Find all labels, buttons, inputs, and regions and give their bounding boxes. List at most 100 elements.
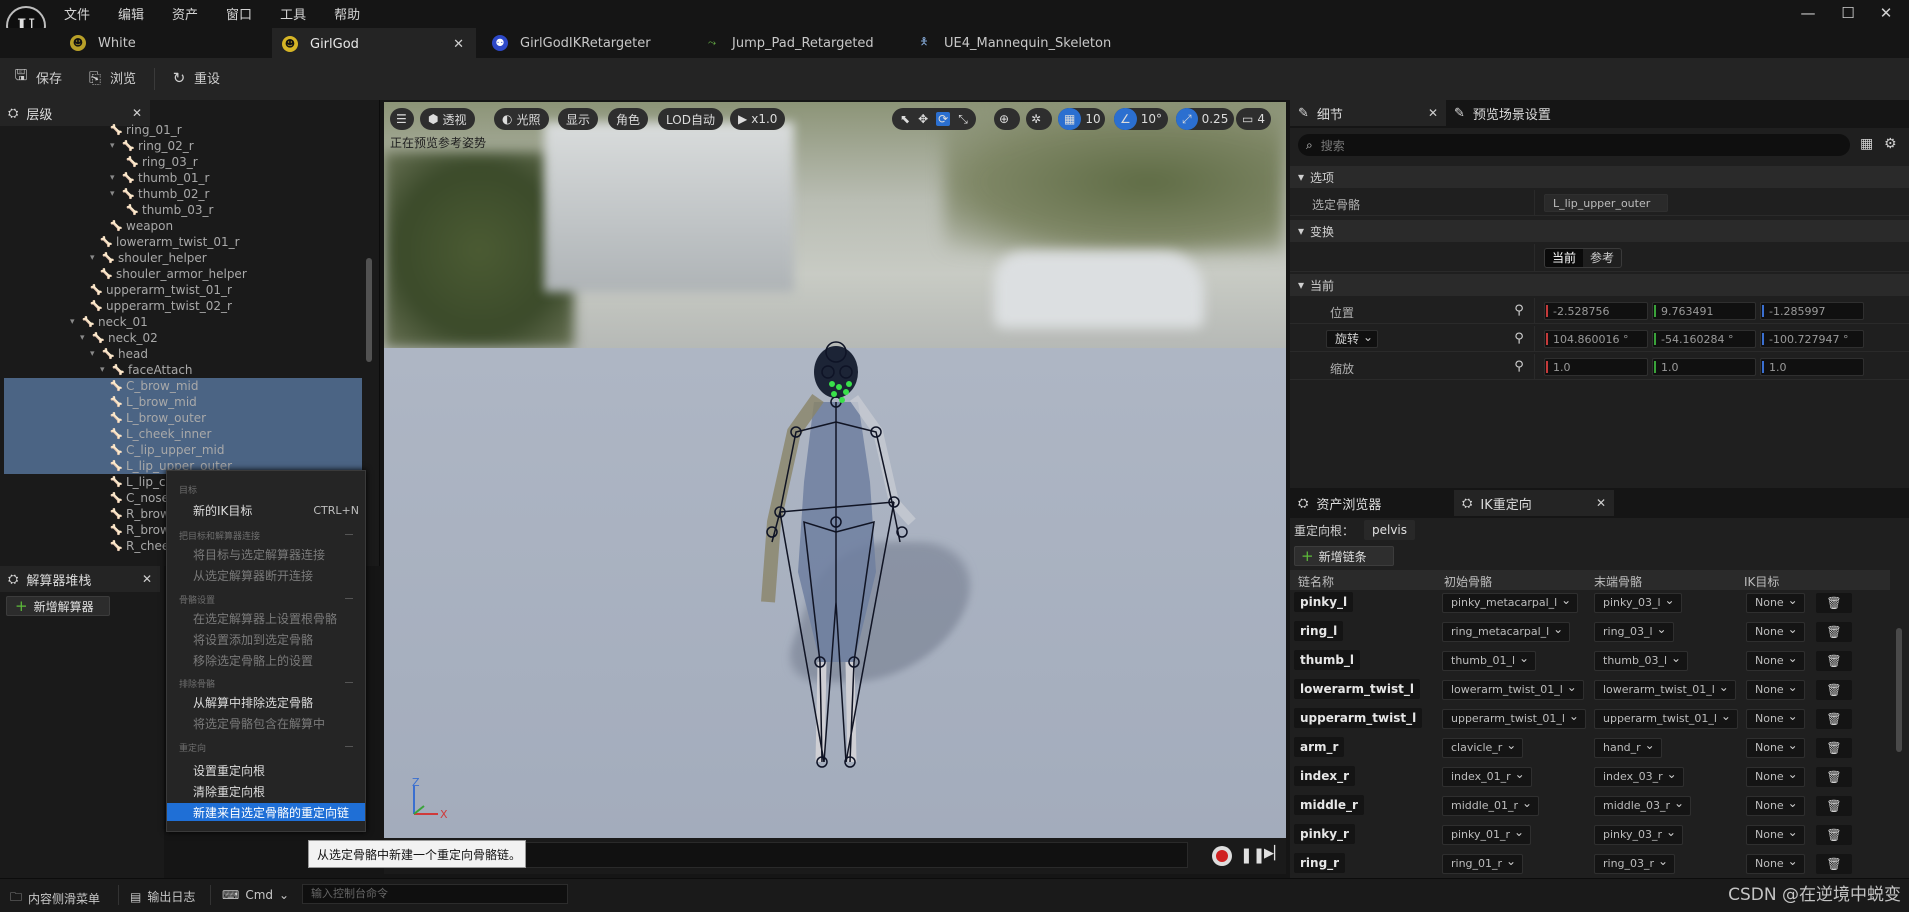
end-bone-dropdown[interactable]: ring_03_r <box>1594 852 1676 874</box>
transform-section-header[interactable]: ▾ 变换 <box>1290 220 1909 242</box>
pause-button[interactable]: ❚❚ <box>1240 846 1265 864</box>
browse-button[interactable]: ⎘ 浏览 <box>86 68 136 88</box>
reset-button[interactable]: ↻ 重设 <box>170 68 220 88</box>
save-button[interactable]: 🖫 保存 <box>12 66 62 87</box>
ik-goal-dropdown[interactable]: None <box>1746 823 1805 845</box>
hierarchy-bone-row[interactable]: ▾ 🦴 neck_02 <box>80 330 158 346</box>
step-forward-button[interactable]: ▶▏ <box>1264 846 1284 861</box>
hierarchy-bone-row[interactable]: 🦴 C_nose <box>110 490 169 506</box>
ctx-set-retarget-root[interactable]: 设置重定向根 <box>167 761 365 779</box>
expand-arrow-icon[interactable]: ▾ <box>70 317 80 327</box>
ctx-add-setting[interactable]: 将设置添加到选定骨骼 <box>167 630 365 648</box>
add-chain-button[interactable]: + 新增链条 <box>1294 546 1394 566</box>
scale-snap-button[interactable]: ⤢ 0.25 <box>1176 108 1235 130</box>
reset-to-default-icon[interactable]: ⚲ <box>1512 332 1526 346</box>
settings-gear-icon[interactable]: ⚙ <box>1884 136 1897 152</box>
ctx-new-ik-goal[interactable]: 新的IK目标 CTRL+N <box>167 501 365 519</box>
angle-snap-button[interactable]: ∠ 10° <box>1114 108 1169 130</box>
hierarchy-bone-row[interactable]: 🦴 ring_03_r <box>126 154 197 170</box>
end-bone-dropdown[interactable]: thumb_03_l <box>1594 649 1689 671</box>
ik-goal-dropdown[interactable]: None <box>1746 678 1805 700</box>
expand-arrow-icon[interactable]: ▾ <box>110 189 120 199</box>
start-bone-dropdown[interactable]: pinky_metacarpal_l <box>1442 591 1579 613</box>
delete-chain-icon[interactable]: 🗑 <box>1816 709 1852 729</box>
start-bone-dropdown[interactable]: middle_01_r <box>1442 794 1540 816</box>
solver-stack-tab[interactable]: ⛭ 解算器堆栈 ✕ <box>0 566 160 592</box>
ik-goal-dropdown[interactable]: None <box>1746 649 1805 671</box>
close-window-icon[interactable]: ✕ <box>1878 6 1894 21</box>
end-bone-dropdown[interactable]: index_03_r <box>1594 765 1684 787</box>
lod-button[interactable]: LOD自动 <box>658 108 723 130</box>
chain-name-field[interactable]: thumb_l <box>1294 650 1361 670</box>
delete-chain-icon[interactable]: 🗑 <box>1816 825 1852 845</box>
cmd-dropdown[interactable]: ⌨ Cmd ⌄ <box>222 888 289 902</box>
hierarchy-bone-row[interactable]: 🦴 upperarm_twist_02_r <box>90 298 232 314</box>
ik-goal-dropdown[interactable]: None <box>1746 591 1805 613</box>
grid-snap-button[interactable]: ▦ 10 <box>1058 108 1105 130</box>
end-bone-dropdown[interactable]: upperarm_twist_01_l <box>1594 707 1738 729</box>
ik-goal-dropdown[interactable]: None <box>1746 736 1805 758</box>
delete-chain-icon[interactable]: 🗑 <box>1816 738 1852 758</box>
ik-goal-dropdown[interactable]: None <box>1746 852 1805 874</box>
mode-current[interactable]: 当前 <box>1545 249 1584 267</box>
transform-mode-toggle[interactable]: 当前 参考 <box>1544 248 1623 268</box>
details-tab[interactable]: ✎ 细节 ✕ <box>1290 100 1446 126</box>
start-bone-dropdown[interactable]: index_01_r <box>1442 765 1532 787</box>
hierarchy-bone-row[interactable]: 🦴 C_lip_upper_mid <box>110 442 224 458</box>
expand-arrow-icon[interactable]: ▾ <box>90 349 100 359</box>
ik-goal-dropdown[interactable]: None <box>1746 620 1805 642</box>
hierarchy-bone-row[interactable]: ▾ 🦴 head <box>90 346 148 362</box>
ctx-new-retarget-chain[interactable]: 新建来自选定骨骼的重定向链 <box>167 803 365 821</box>
position-z-field[interactable]: -1.285997 <box>1760 302 1864 320</box>
start-bone-dropdown[interactable]: ring_01_r <box>1442 852 1524 874</box>
delete-chain-icon[interactable]: 🗑 <box>1816 651 1852 671</box>
chain-table-scrollbar[interactable] <box>1896 628 1902 752</box>
rotation-mode-dropdown[interactable]: 旋转 ⌄ <box>1326 330 1379 348</box>
scale-z-field[interactable]: 1.0 <box>1760 358 1864 376</box>
tab-white[interactable]: ☻ White <box>60 28 270 58</box>
menu-file[interactable]: 文件 <box>64 4 104 23</box>
tab-girlgod[interactable]: ☻ GirlGod ✕ <box>272 28 476 58</box>
table-view-icon[interactable]: ▦ <box>1860 136 1873 152</box>
hierarchy-bone-row[interactable]: ▾ 🦴 neck_01 <box>70 314 148 330</box>
expand-arrow-icon[interactable]: ▾ <box>110 173 120 183</box>
menu-asset[interactable]: 资产 <box>172 4 212 23</box>
end-bone-dropdown[interactable]: pinky_03_r <box>1594 823 1684 845</box>
expand-arrow-icon[interactable]: ▾ <box>80 333 90 343</box>
close-panel-icon[interactable]: ✕ <box>1596 496 1606 510</box>
reset-to-default-icon[interactable]: ⚲ <box>1512 304 1526 318</box>
current-section-header[interactable]: ▾ 当前 <box>1290 274 1909 296</box>
hierarchy-bone-row[interactable]: 🦴 lowerarm_twist_01_r <box>100 234 239 250</box>
menu-help[interactable]: 帮助 <box>334 4 374 23</box>
retarget-root-value[interactable]: pelvis <box>1364 520 1416 540</box>
ctx-exclude-bone[interactable]: 从解算中排除选定骨骼 <box>167 693 365 711</box>
options-section-header[interactable]: ▾ 选项 <box>1290 166 1909 188</box>
ctx-connect-goal[interactable]: 将目标与选定解算器连接 <box>167 545 365 563</box>
coordinate-space-button[interactable]: ⊕ <box>994 108 1020 130</box>
perspective-button[interactable]: ⬢ 透视 <box>420 108 475 130</box>
hierarchy-bone-row[interactable]: 🦴 ring_01_r <box>110 122 181 138</box>
rotation-y-field[interactable]: -54.160284 ° <box>1652 330 1756 348</box>
ik-goal-dropdown[interactable]: None <box>1746 707 1805 729</box>
end-bone-dropdown[interactable]: hand_r <box>1594 736 1662 758</box>
close-panel-icon[interactable]: ✕ <box>1428 106 1438 120</box>
hierarchy-bone-row[interactable]: 🦴 C_brow_mid <box>110 378 198 394</box>
ctx-include-bone[interactable]: 将选定骨骼包含在解算中 <box>167 714 365 732</box>
hierarchy-bone-row[interactable]: 🦴 upperarm_twist_01_r <box>90 282 232 298</box>
hierarchy-bone-row[interactable]: 🦴 R_brow <box>110 522 170 538</box>
hierarchy-bone-row[interactable]: ▾ 🦴 faceAttach <box>100 362 193 378</box>
chain-name-field[interactable]: index_r <box>1294 766 1356 786</box>
lit-button[interactable]: ◐ 光照 <box>494 108 549 130</box>
start-bone-dropdown[interactable]: pinky_01_r <box>1442 823 1532 845</box>
reset-to-default-icon[interactable]: ⚲ <box>1512 360 1526 374</box>
menu-tools[interactable]: 工具 <box>280 4 320 23</box>
delete-chain-icon[interactable]: 🗑 <box>1816 767 1852 787</box>
ik-goal-dropdown[interactable]: None <box>1746 765 1805 787</box>
delete-chain-icon[interactable]: 🗑 <box>1816 796 1852 816</box>
scale-icon[interactable]: ⤡ <box>958 112 968 127</box>
chain-name-field[interactable]: ring_r <box>1294 853 1346 873</box>
rotate-icon[interactable]: ⟳ <box>936 112 951 126</box>
hierarchy-bone-row[interactable]: 🦴 R_brow <box>110 506 170 522</box>
ctx-set-root-bone[interactable]: 在选定解算器上设置根骨骼 <box>167 609 365 627</box>
delete-chain-icon[interactable]: 🗑 <box>1816 622 1852 642</box>
